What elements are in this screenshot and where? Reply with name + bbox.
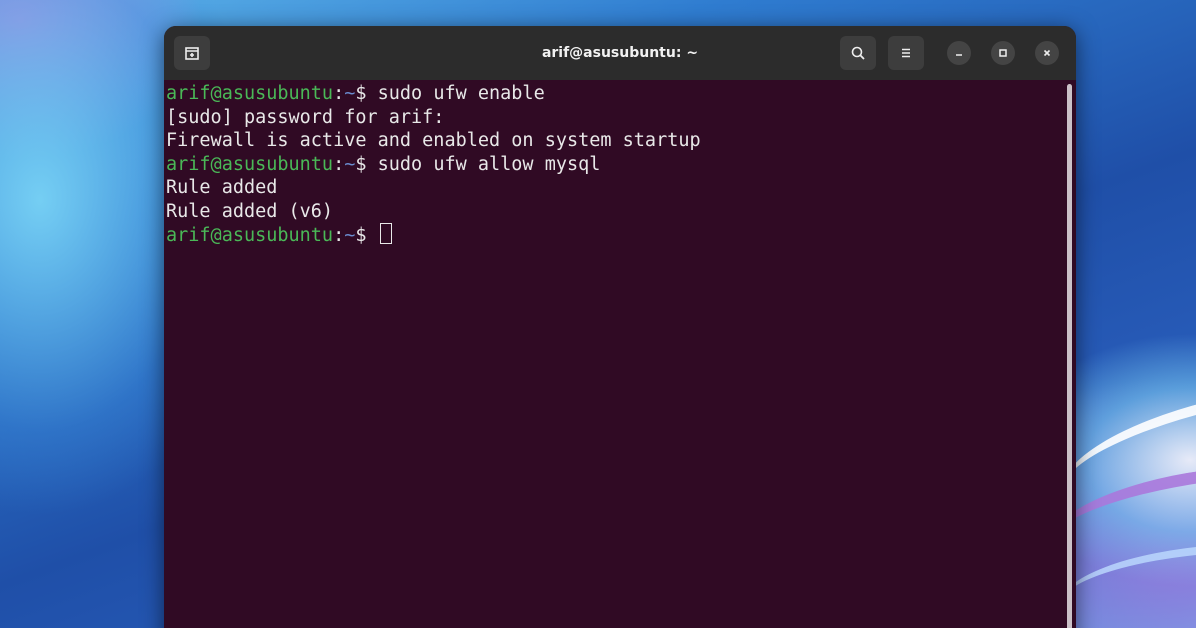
search-icon: [851, 46, 865, 60]
terminal-prompt-line: arif@asusubuntu:~$: [166, 223, 701, 247]
prompt-separator: :: [333, 225, 345, 246]
terminal-prompt-line: arif@asusubuntu:~$ sudo ufw enable: [166, 82, 701, 106]
minimize-button[interactable]: [947, 41, 971, 65]
terminal-output-line: Rule added: [166, 176, 701, 200]
prompt-path: ~: [344, 83, 356, 104]
prompt-user: arif@asusubuntu: [166, 83, 334, 104]
command-text: sudo ufw enable: [377, 83, 545, 104]
prompt-user: arif@asusubuntu: [166, 153, 334, 175]
terminal-output-line: Rule added (v6): [166, 200, 701, 224]
headerbar: arif@asusubuntu: ~: [164, 26, 1076, 81]
hamburger-menu-icon: [902, 48, 910, 58]
maximize-icon: [999, 49, 1007, 57]
prompt-path: ~: [344, 153, 356, 175]
terminal-content: arif@asusubuntu:~$ sudo ufw enable [sudo]…: [166, 82, 701, 247]
prompt-path: ~: [344, 225, 356, 246]
terminal-output-area[interactable]: arif@asusubuntu:~$ sudo ufw enable [sudo]…: [164, 80, 1076, 628]
minimize-icon: [956, 54, 962, 56]
terminal-output-line: Firewall is active and enabled on system…: [166, 129, 701, 153]
output-text: Firewall is active and enabled on system…: [166, 130, 701, 151]
terminal-scrollbar[interactable]: [1067, 84, 1072, 628]
prompt-symbol: $: [355, 225, 378, 246]
terminal-output-line: [sudo] password for arif:: [166, 106, 701, 130]
search-button[interactable]: [840, 36, 876, 70]
output-text: Rule added (v6): [166, 200, 334, 222]
menu-button[interactable]: [888, 36, 924, 70]
close-button[interactable]: [1035, 41, 1059, 65]
command-text: sudo ufw allow mysql: [377, 153, 601, 175]
prompt-user: arif@asusubuntu: [166, 225, 334, 246]
close-icon: [1043, 49, 1051, 57]
terminal-prompt-line: arif@asusubuntu:~$ sudo ufw allow mysql: [166, 153, 701, 177]
maximize-button[interactable]: [991, 41, 1015, 65]
prompt-separator: :: [333, 153, 345, 175]
output-text: Rule added: [166, 177, 278, 198]
prompt-symbol: $: [355, 153, 378, 175]
window-title: arif@asusubuntu: ~: [541, 45, 699, 61]
terminal-window: arif@asusubuntu: ~ arif@asusubuntu:~$ su…: [164, 26, 1076, 628]
prompt-symbol: $: [355, 83, 378, 104]
prompt-separator: :: [333, 83, 345, 104]
output-text: [sudo] password for arif:: [166, 106, 445, 128]
new-tab-icon: [185, 47, 199, 60]
new-tab-button[interactable]: [174, 36, 210, 70]
terminal-cursor: [379, 223, 392, 244]
